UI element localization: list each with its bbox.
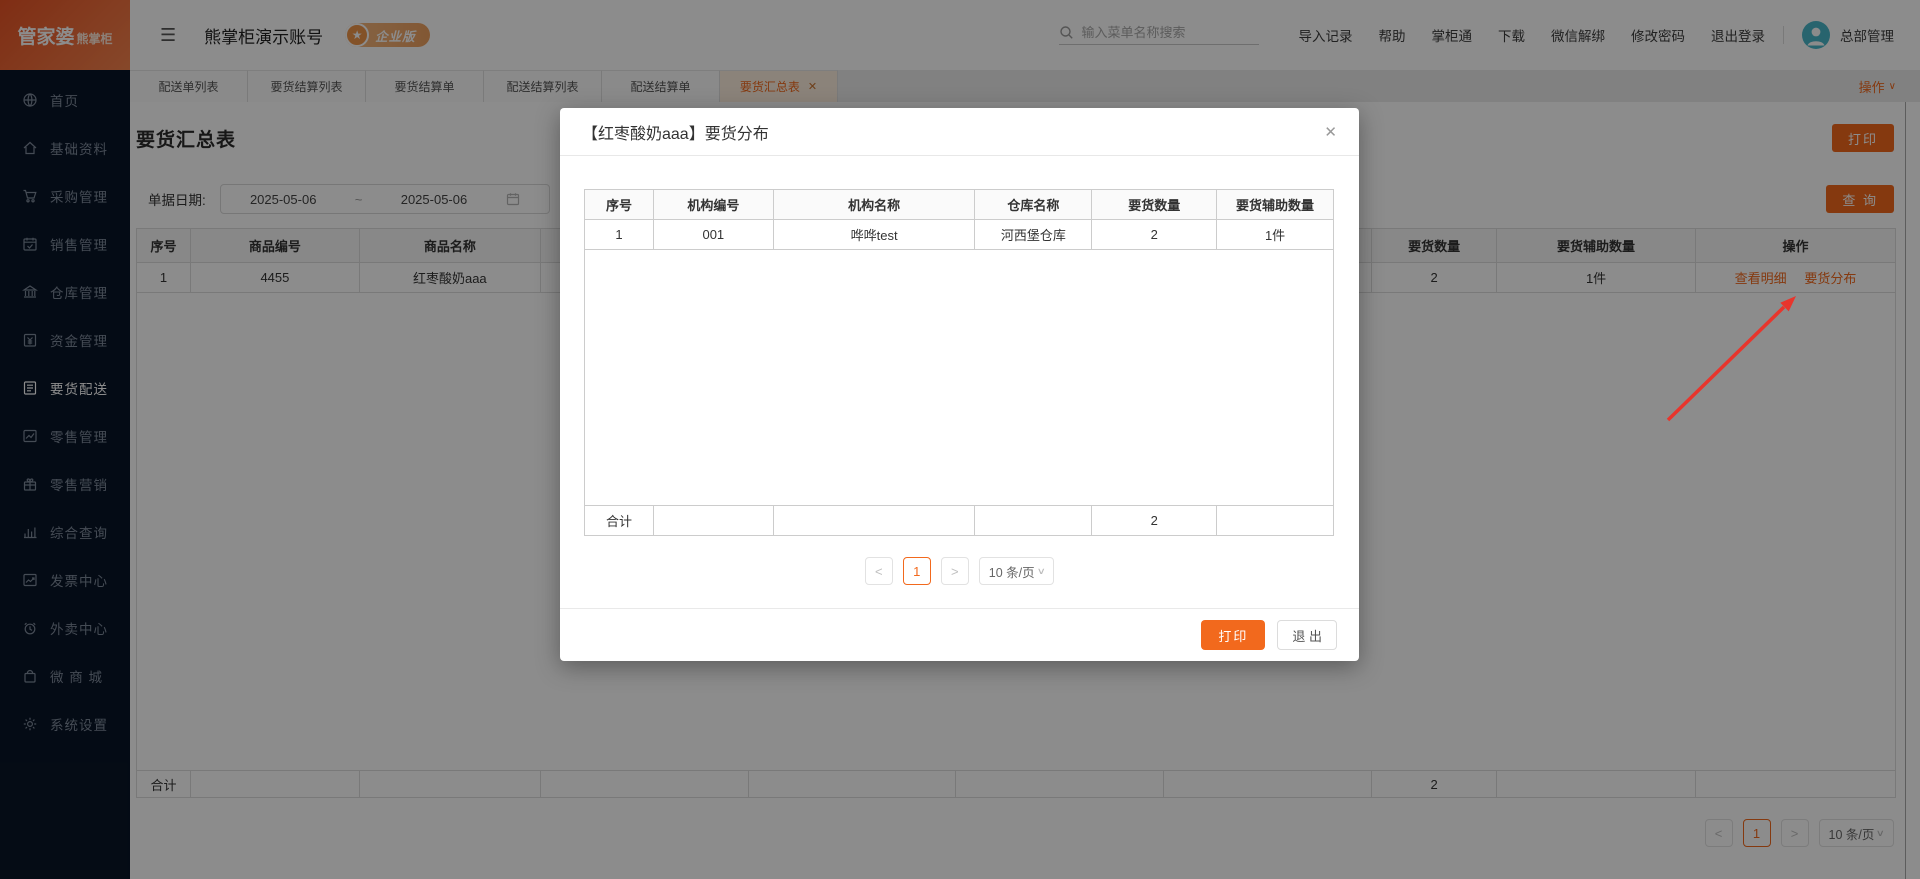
cell-seq: 1	[584, 219, 654, 250]
col-request-qty: 要货数量	[1091, 189, 1218, 220]
cell-request-qty: 2	[1091, 219, 1218, 250]
modal-pagination: < 1 > 10 条/页 ∨	[584, 557, 1335, 585]
distribution-table: 序号 机构编号 机构名称 仓库名称 要货数量 要货辅助数量 1 001 哗哗te…	[584, 189, 1334, 536]
col-warehouse-name: 仓库名称	[974, 189, 1093, 220]
cell-org-code: 001	[652, 219, 774, 250]
table-empty-space	[584, 249, 1334, 506]
modal-title: 【红枣酸奶aaa】要货分布	[582, 125, 769, 143]
cell-request-aux-qty: 1件	[1216, 219, 1334, 250]
cell-warehouse-name: 河西堡仓库	[974, 219, 1093, 250]
modal-exit-button[interactable]: 退 出	[1277, 620, 1337, 650]
col-request-aux-qty: 要货辅助数量	[1216, 189, 1334, 220]
prev-page-button[interactable]: <	[864, 557, 893, 585]
cell-org-name: 哗哗test	[772, 219, 976, 250]
table-total-row: 合计 2	[584, 505, 1334, 536]
chevron-down-icon: ∨	[1036, 565, 1046, 576]
col-org-name: 机构名称	[772, 189, 976, 220]
distribution-modal: 【红枣酸奶aaa】要货分布 ✕ 序号 机构编号 机构名称 仓库名称 要货数量 要…	[560, 108, 1359, 661]
modal-print-button[interactable]: 打印	[1201, 620, 1266, 650]
page-number-button[interactable]: 1	[902, 557, 931, 585]
close-icon[interactable]: ✕	[1324, 123, 1337, 141]
next-page-button[interactable]: >	[940, 557, 969, 585]
distribution-header-row: 序号 机构编号 机构名称 仓库名称 要货数量 要货辅助数量	[584, 189, 1334, 220]
page-size-select[interactable]: 10 条/页 ∨	[978, 557, 1055, 585]
total-label: 合计	[584, 505, 654, 536]
page-size-value: 10 条/页	[988, 565, 1035, 580]
col-org-code: 机构编号	[652, 189, 774, 220]
table-row: 1 001 哗哗test 河西堡仓库 2 1件	[584, 219, 1334, 250]
col-seq: 序号	[584, 189, 654, 220]
total-request-qty: 2	[1091, 505, 1218, 536]
